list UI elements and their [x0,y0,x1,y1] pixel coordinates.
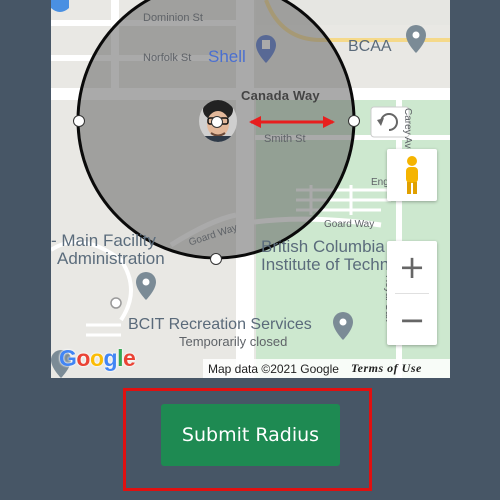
zoom-controls: + − [387,241,437,345]
radius-handle-west [73,115,85,127]
zoom-out-button[interactable]: − [387,294,437,346]
map-data-text: Map data ©2021 Google [208,361,339,376]
street-view-pegman[interactable] [387,149,437,201]
center-handle[interactable] [210,115,224,129]
poi-label-recreation-status: Temporarily closed [179,334,288,349]
zoom-in-button[interactable]: + [387,241,437,293]
street-label-dominion: Dominion St [143,12,203,24]
radius-handle-south [210,253,222,265]
terms-of-use-link[interactable]: Terms of Use [351,361,422,376]
poi-label-bcaa: BCAA [348,38,392,55]
poi-label-recreation: BCIT Recreation Services [128,316,312,333]
google-logo: Google [59,345,136,371]
street-label-norfolk: Norfolk St [143,52,192,64]
street-label-carey: Carey Ave [402,108,413,154]
poi-label-shell: Shell [208,47,246,66]
submit-radius-button[interactable]: Submit Radius [161,404,340,466]
pin-icon [136,272,156,300]
map-attribution: Map data ©2021 Google Terms of Use [203,359,450,378]
pin-icon [406,25,426,53]
poi-label-facility-2: Administration [57,249,165,268]
pegman-icon [406,156,418,194]
poi-label-bcit-2: Institute of Techno [261,255,399,274]
street-label-canada-way: Canada Way [241,88,320,103]
radius-handle-east [348,115,360,127]
poi-label-facility-1: - Main Facility [51,231,156,250]
poi-label-bcit-1: British Columbia [261,237,385,256]
street-label-smith: Smith St [264,133,306,145]
street-label-goard-right: Goard Way [324,219,375,230]
map-view[interactable]: Dominion St Norfolk St Canada Way Smith … [51,0,450,378]
